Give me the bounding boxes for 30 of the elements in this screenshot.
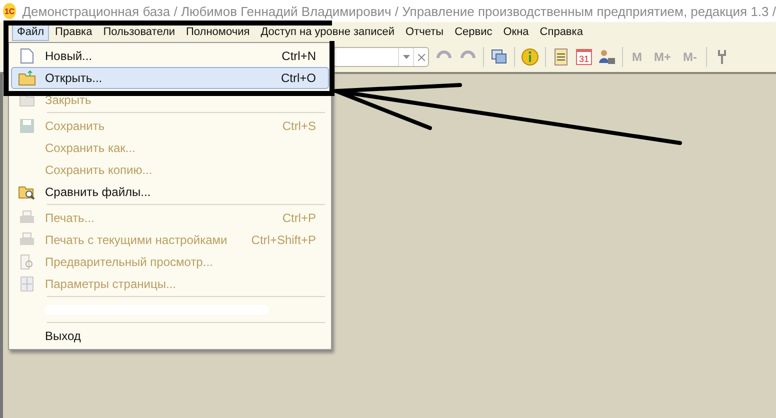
menu-bar-item[interactable]: Отчеты: [400, 23, 449, 41]
folder-icon: [19, 93, 35, 107]
printer-icon: [19, 210, 35, 226]
menu-item[interactable]: Выход: [11, 325, 329, 347]
document-icon: [20, 48, 34, 64]
menu-item[interactable]: Новый... Ctrl+N: [11, 45, 329, 67]
page-magnifier-icon: [19, 254, 35, 270]
app-logo: 1С: [3, 3, 16, 19]
folder-magnifier-icon: [18, 184, 36, 200]
menu-bar-item[interactable]: Пользователи: [98, 23, 180, 41]
printer-icon: [19, 232, 35, 248]
info-icon[interactable]: [521, 48, 539, 66]
calendar-icon[interactable]: 31: [576, 49, 592, 65]
menu-item[interactable]: Открыть... Ctrl+O: [11, 67, 329, 89]
dropdown-icon[interactable]: [402, 55, 410, 59]
folder-icon: [18, 70, 36, 86]
menu-bar-item[interactable]: Окна: [498, 23, 534, 41]
search-field[interactable]: [333, 47, 429, 67]
menu-bar-item[interactable]: Сервис: [450, 23, 498, 41]
windows-icon[interactable]: [490, 48, 508, 66]
menu-bar-item[interactable]: Полномочия: [181, 23, 255, 41]
menu-bar-item[interactable]: Правка: [50, 23, 98, 41]
user-lock-icon[interactable]: [598, 48, 616, 66]
window-title: Демонстрационная база / Любимов Геннадий Владимирович / Управление производственным предприятием, редакция 1.3 /: [22, 4, 776, 18]
page-setup-icon: [20, 276, 34, 292]
menu-item[interactable]: Сравнить файлы...: [11, 181, 329, 203]
menu-bar-item[interactable]: Доступ на уровне записей: [256, 23, 400, 41]
menu-bar-item[interactable]: Справка: [534, 23, 588, 41]
calculator-icon[interactable]: [552, 48, 570, 66]
clear-icon[interactable]: [418, 54, 424, 60]
